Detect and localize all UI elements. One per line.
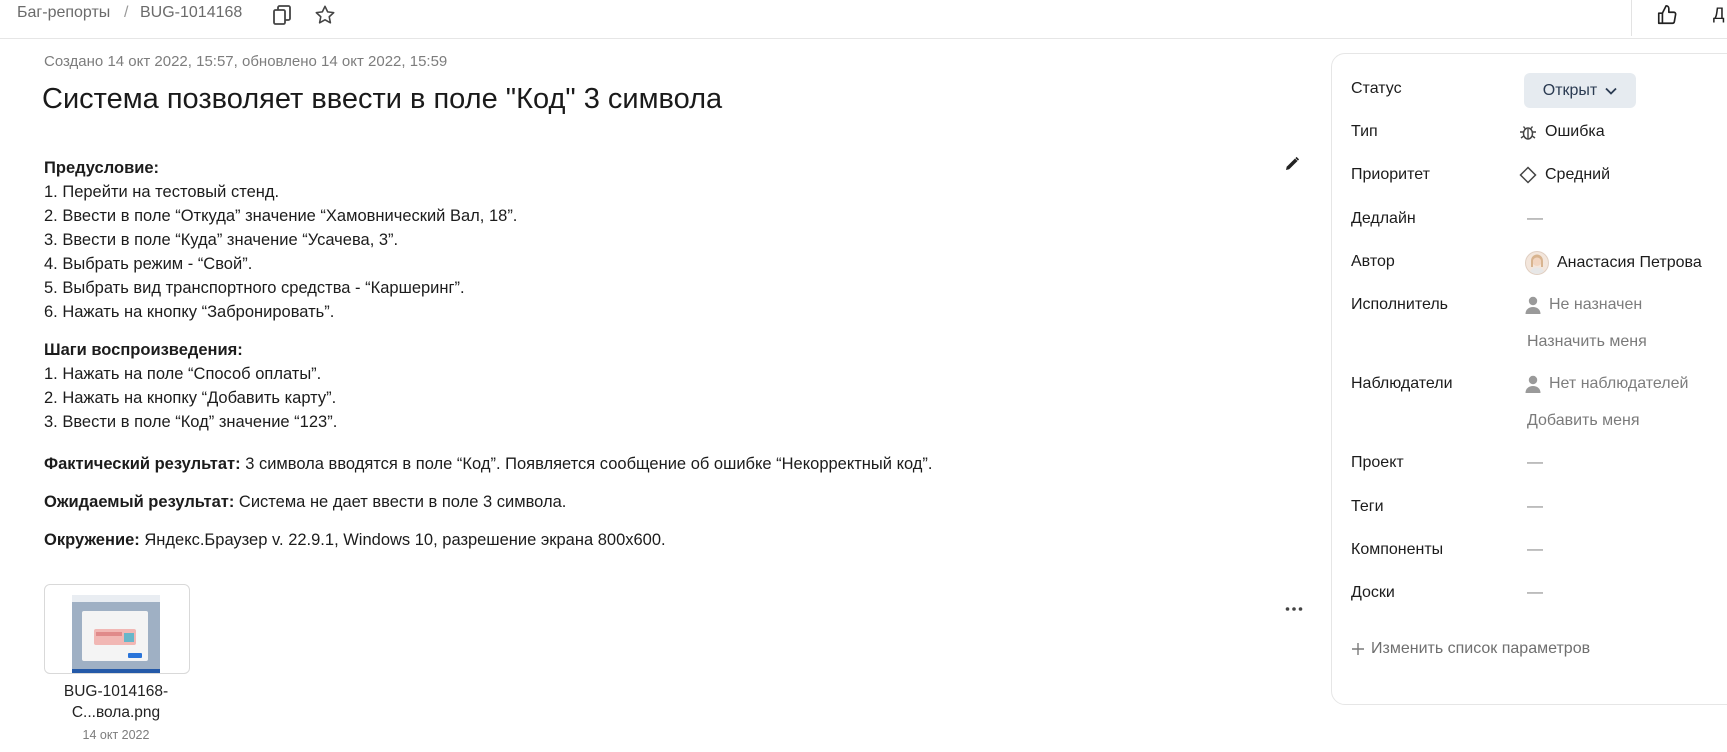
environment: Окружение: Яндекс.Браузер v. 22.9.1, Win… xyxy=(44,528,1244,552)
attachment-date: 14 окт 2022 xyxy=(82,728,150,742)
plus-icon xyxy=(1351,642,1365,656)
step-line: 3. Ввести в поле “Код” значение “123”. xyxy=(44,413,338,431)
bug-icon xyxy=(1519,123,1537,141)
project-value[interactable]: — xyxy=(1527,454,1543,472)
assignee-value: Не назначен xyxy=(1549,296,1643,313)
followers-field[interactable]: Нет наблюдателей xyxy=(1525,375,1688,393)
tags-label: Теги xyxy=(1351,498,1384,515)
expected-result-label: Ожидаемый результат: xyxy=(44,493,235,511)
star-icon[interactable] xyxy=(313,3,337,27)
project-label: Проект xyxy=(1351,454,1404,471)
header-divider xyxy=(1631,0,1632,36)
avatar xyxy=(1525,251,1549,275)
precondition-line: 1. Перейти на тестовый стенд. xyxy=(44,183,280,201)
author-label: Автор xyxy=(1351,253,1395,270)
attachment-thumbnail xyxy=(72,595,160,673)
author-value: Анастасия Петрова xyxy=(1557,254,1702,271)
precondition-heading: Предусловие: xyxy=(44,159,160,177)
priority-value: Средний xyxy=(1545,166,1611,183)
expected-result-text: Система не дает ввести в поле 3 символа. xyxy=(234,493,567,511)
breadcrumb-issue-key[interactable]: BUG-1014168 xyxy=(140,4,242,22)
top-bar: Баг-репорты / BUG-1014168 Д xyxy=(0,0,1727,39)
environment-text: Яндекс.Браузер v. 22.9.1, Windows 10, ра… xyxy=(139,531,666,549)
actual-result-text: 3 символа вводятся в поле “Код”. Появляе… xyxy=(240,455,933,473)
actual-result-label: Фактический результат: xyxy=(44,455,241,473)
components-label: Компоненты xyxy=(1351,541,1444,558)
deadline-label: Дедлайн xyxy=(1351,210,1416,227)
copy-icon[interactable] xyxy=(271,3,293,27)
type-value: Ошибка xyxy=(1545,123,1605,140)
diamond-icon xyxy=(1519,166,1537,184)
add-me-link[interactable]: Добавить меня xyxy=(1527,412,1640,430)
tags-value[interactable]: — xyxy=(1527,498,1543,516)
issue-description: Предусловие: 1. Перейти на тестовый стен… xyxy=(44,156,1244,552)
priority-field[interactable]: Средний xyxy=(1519,166,1610,184)
breadcrumb-queue-link[interactable]: Баг-репорты xyxy=(17,4,110,22)
attachment-name[interactable]: BUG-1014168-С...вола.png xyxy=(44,681,188,723)
chevron-down-icon xyxy=(1605,87,1617,95)
type-label: Тип xyxy=(1351,123,1378,140)
assign-me-link[interactable]: Назначить меня xyxy=(1527,333,1647,351)
status-value: Открыт xyxy=(1542,81,1598,99)
thumbs-up-icon[interactable] xyxy=(1655,3,1679,27)
issue-title[interactable]: Система позволяет ввести в поле "Код" 3 … xyxy=(42,83,722,116)
boards-label: Доски xyxy=(1351,584,1395,601)
expected-result: Ожидаемый результат: Система не дает вве… xyxy=(44,490,1244,514)
actual-result: Фактический результат: 3 символа вводятс… xyxy=(44,452,1244,476)
assignee-label: Исполнитель xyxy=(1351,296,1449,313)
breadcrumb-separator: / xyxy=(124,4,129,21)
precondition-line: 6. Нажать на кнопку “Забронировать”. xyxy=(44,303,335,321)
type-field[interactable]: Ошибка xyxy=(1519,123,1605,141)
person-icon xyxy=(1525,375,1541,393)
change-params-label: Изменить список параметров xyxy=(1371,640,1591,657)
assignee-field[interactable]: Не назначен xyxy=(1525,296,1642,314)
steps-heading: Шаги воспроизведения: xyxy=(44,341,243,359)
status-dropdown[interactable]: Открыт xyxy=(1524,73,1636,108)
step-line: 1. Нажать на поле “Способ оплаты”. xyxy=(44,365,322,383)
author-field[interactable]: Анастасия Петрова xyxy=(1525,251,1702,275)
header-action-button[interactable]: Д xyxy=(1713,4,1725,24)
components-value[interactable]: — xyxy=(1527,541,1543,559)
more-icon[interactable] xyxy=(1285,596,1303,617)
step-line: 2. Нажать на кнопку “Добавить карту”. xyxy=(44,389,337,407)
pencil-icon[interactable] xyxy=(1284,156,1300,177)
followers-label: Наблюдатели xyxy=(1351,375,1453,392)
boards-value[interactable]: — xyxy=(1527,584,1543,602)
deadline-value[interactable]: — xyxy=(1527,210,1543,228)
precondition-line: 2. Ввести в поле “Откуда” значение “Хамо… xyxy=(44,207,518,225)
precondition-line: 5. Выбрать вид транспортного средства - … xyxy=(44,279,465,297)
precondition-line: 4. Выбрать режим - “Свой”. xyxy=(44,255,253,273)
person-icon xyxy=(1525,296,1541,314)
attachment-card[interactable] xyxy=(44,584,190,674)
priority-label: Приоритет xyxy=(1351,166,1430,183)
precondition-line: 3. Ввести в поле “Куда” значение “Усачев… xyxy=(44,231,399,249)
environment-label: Окружение: xyxy=(44,531,140,549)
change-params-button[interactable]: Изменить список параметров xyxy=(1351,640,1590,658)
followers-value: Нет наблюдателей xyxy=(1549,375,1689,392)
issue-meta: Создано 14 окт 2022, 15:57, обновлено 14… xyxy=(44,53,448,70)
status-label: Статус xyxy=(1351,80,1402,97)
